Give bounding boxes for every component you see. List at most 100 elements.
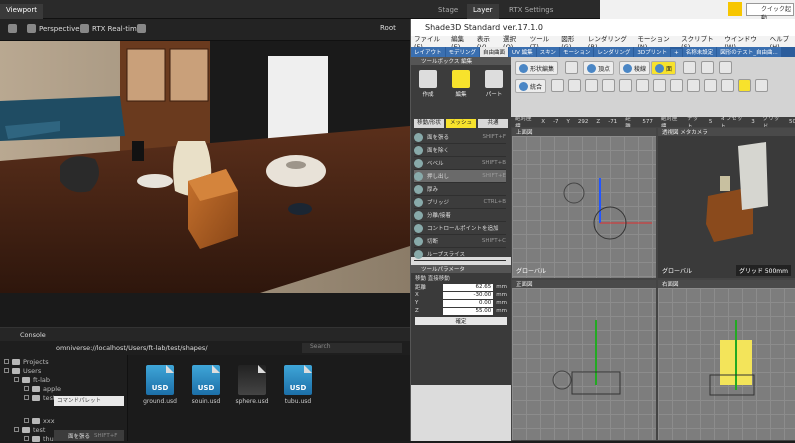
perspective-button[interactable]: Perspective <box>27 24 80 33</box>
tab-console[interactable]: Console <box>20 331 46 339</box>
subtab-common[interactable]: 共通 <box>478 119 508 128</box>
param-row: Z 55.00 mm <box>415 307 507 315</box>
tree-item[interactable]: test <box>24 393 55 402</box>
tool-icon <box>414 184 423 194</box>
param-value[interactable]: -30.00 <box>443 291 494 299</box>
tree-item[interactable]: ft-lab <box>14 375 50 384</box>
workspace-tab[interactable]: 3Dプリント <box>634 47 671 57</box>
coord-text: 5 <box>708 119 713 125</box>
tab-rtx-settings[interactable]: RTX Settings <box>503 4 559 19</box>
tool-label: 厚み <box>427 187 439 193</box>
shape-ribbon: 形状編集 頂点 稜線 面 統合 <box>511 57 795 117</box>
toolbar-icon[interactable] <box>585 79 598 92</box>
tool-item[interactable]: ブリッジ CTRL+B <box>414 196 506 209</box>
edit-tool[interactable]: 編集 <box>446 70 476 100</box>
tool-item[interactable]: 厚み <box>414 183 506 196</box>
workspace-tab[interactable]: 名称未設定 <box>682 47 717 57</box>
viewport-status <box>0 293 410 327</box>
command-palette-popup[interactable]: コマンドパレット <box>54 396 124 406</box>
toolbar-icon[interactable] <box>653 79 666 92</box>
path-field[interactable]: omniverse://localhost/Users/ft-lab/test/… <box>56 344 208 352</box>
file-item[interactable]: sphere.usd <box>230 365 274 405</box>
notification-icon[interactable] <box>728 2 742 16</box>
edge-button[interactable]: 稜線 <box>619 61 651 75</box>
magnet-icon[interactable] <box>701 61 714 74</box>
root-button[interactable]: Root <box>380 24 396 32</box>
tool-item[interactable]: 面を除く <box>414 144 506 157</box>
part-tool[interactable]: パート <box>479 70 509 100</box>
param-value[interactable]: 62.65 <box>443 283 494 291</box>
workspace-tab[interactable]: レイアウト <box>411 47 445 57</box>
toolbar-icon[interactable] <box>738 79 751 92</box>
tool-label: 押し出し <box>427 174 450 180</box>
tab-viewport[interactable]: Viewport <box>0 4 43 19</box>
workspace-tab[interactable]: 図形のテスト_自由曲... <box>717 47 781 57</box>
tab-stage[interactable]: Stage <box>432 4 464 19</box>
perspective-view[interactable]: 透視図 メタカメラ グローバル グリッド 500mm <box>657 127 795 279</box>
right-view[interactable]: 右面図 <box>657 279 795 441</box>
render-mode-button[interactable]: RTX Real-time <box>80 24 141 33</box>
coord-text: -7 <box>553 119 559 125</box>
toolbar-icon[interactable] <box>704 79 717 92</box>
workspace-tab[interactable]: + <box>671 49 682 57</box>
toolbar-icon[interactable] <box>687 79 700 92</box>
create-tool[interactable]: 作成 <box>413 70 443 100</box>
toolbar-icon[interactable] <box>636 79 649 92</box>
subtab-move[interactable]: 移動/形状 <box>414 119 444 128</box>
tool-item[interactable]: コントロールポイントを追加 <box>414 222 506 235</box>
tool-shortcut: SHIFT+C <box>481 238 506 244</box>
search-input[interactable]: Search <box>302 343 402 353</box>
tree-item[interactable]: Projects <box>4 357 49 366</box>
eye-icon[interactable] <box>137 24 146 33</box>
tool-item[interactable]: 面を張る SHIFT+F <box>414 131 506 144</box>
tree-item[interactable]: Users <box>4 366 41 375</box>
workspace-tab[interactable]: UV 編集 <box>509 47 536 57</box>
folder-icon <box>12 358 20 365</box>
toolbar-icon[interactable] <box>568 79 581 92</box>
settings-icon[interactable] <box>8 24 17 33</box>
tool-item[interactable]: ベベル SHIFT+B <box>414 157 506 170</box>
toolbar-icon[interactable] <box>602 79 615 92</box>
render-viewport[interactable] <box>0 41 410 293</box>
tool-item[interactable]: ループスライス <box>414 248 506 261</box>
toolbar-icon[interactable] <box>721 79 734 92</box>
tree-item[interactable]: xxx <box>24 416 55 425</box>
camera-icon[interactable] <box>565 61 578 74</box>
tool-icon <box>414 145 423 155</box>
quick-launch-field[interactable]: クイック起動 <box>746 3 794 22</box>
toolbar-icon[interactable] <box>619 79 632 92</box>
toolbar-icon[interactable] <box>670 79 683 92</box>
merge-button[interactable]: 統合 <box>515 79 547 93</box>
tool-item[interactable]: 切断 SHIFT+C <box>414 235 506 248</box>
workspace-tab[interactable]: モデリング <box>445 47 480 57</box>
vertex-button[interactable]: 頂点 <box>583 61 615 75</box>
tool-item[interactable]: 押し出し SHIFT+E <box>414 170 506 183</box>
file-item[interactable]: USD tubu.usd <box>276 365 320 405</box>
workspace-tab[interactable]: レンダリング <box>594 47 634 57</box>
palette-command[interactable]: 面を張る SHIFT+F <box>54 430 124 441</box>
shape-edit-button[interactable]: 形状編集 <box>515 61 559 75</box>
param-value[interactable]: 55.00 <box>443 307 494 315</box>
target-icon[interactable] <box>719 61 732 74</box>
face-button[interactable]: 面 <box>651 61 677 75</box>
workspace-tab[interactable]: スキン <box>536 47 559 57</box>
toolbar-icon[interactable] <box>755 79 768 92</box>
tree-item[interactable]: apple <box>24 384 61 393</box>
tab-layer[interactable]: Layer <box>467 4 499 19</box>
tool-item[interactable]: 分離/接着 <box>414 209 506 222</box>
params-title: ツールパラメータ <box>411 265 511 273</box>
param-value[interactable]: 0.00 <box>443 299 494 307</box>
select-icon[interactable] <box>683 61 696 74</box>
workspace-tab[interactable]: 自由曲面 <box>480 47 509 57</box>
param-row: 距離 62.65 mm <box>415 283 507 291</box>
top-view[interactable]: 上面図 グローバル <box>511 127 657 279</box>
file-item[interactable]: USD souin.usd <box>184 365 228 405</box>
file-item[interactable]: USD ground.usd <box>138 365 182 405</box>
coord-text: 577 <box>642 119 653 125</box>
subtab-mesh[interactable]: メッシュ <box>446 119 476 128</box>
workspace-tab[interactable]: モーション <box>559 47 594 57</box>
confirm-button[interactable]: 確定 <box>415 317 507 325</box>
toolbar-icon[interactable] <box>551 79 564 92</box>
tree-item[interactable]: test <box>14 425 45 434</box>
front-view[interactable]: 正面図 <box>511 279 657 441</box>
